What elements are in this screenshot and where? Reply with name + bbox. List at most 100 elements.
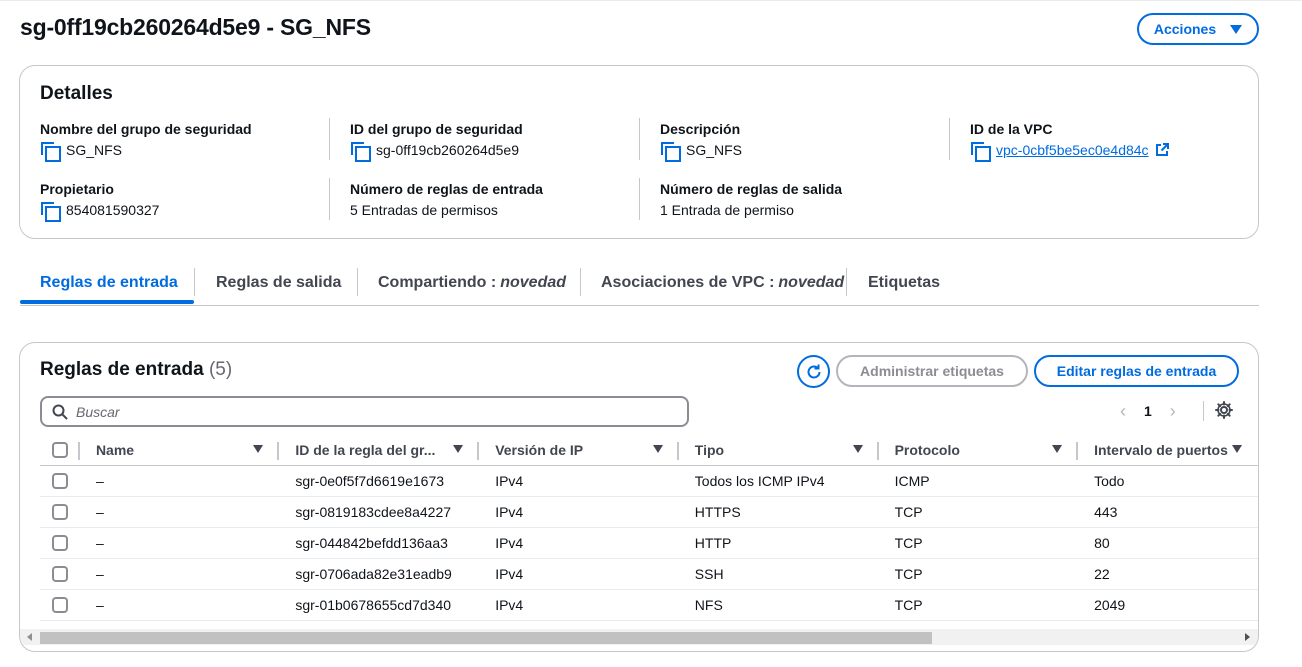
sort-icon[interactable] <box>453 445 464 453</box>
field-sg-id: ID del grupo de seguridad sg-0ff19cb2602… <box>350 120 640 162</box>
actions-button[interactable]: Acciones <box>1137 13 1259 45</box>
pagination: ‹ 1 › <box>1120 399 1176 423</box>
tab-badge: novedad <box>778 274 845 291</box>
field-value: SG_NFS <box>66 142 123 158</box>
select-all-checkbox[interactable] <box>52 442 68 459</box>
cell-rule-id: sgr-0819183cdee8a4227 <box>279 496 480 528</box>
copy-icon[interactable] <box>40 201 61 222</box>
rules-table: Name ID de la regla del gr... Versión de… <box>40 435 1258 621</box>
cell-port-range: Todo <box>1078 465 1258 497</box>
table-row[interactable]: – sgr-0706ada82e31eadb9 IPv4 SSH TCP 22 <box>40 558 1258 590</box>
tab-outbound-rules[interactable]: Reglas de salida <box>216 262 341 304</box>
rules-title-text: Reglas de entrada <box>40 359 204 380</box>
table-row[interactable]: – sgr-01b0678655cd7d340 IPv4 NFS TCP 204… <box>40 589 1258 621</box>
row-checkbox[interactable] <box>52 566 68 583</box>
manage-tags-button[interactable]: Administrar etiquetas <box>836 355 1028 387</box>
horizontal-scrollbar[interactable] <box>20 629 1258 645</box>
tab-badge: novedad <box>500 274 567 291</box>
sort-icon[interactable] <box>852 445 863 453</box>
cell-ip-version: IPv4 <box>479 465 679 497</box>
refresh-icon <box>807 364 820 378</box>
row-select-cell <box>40 589 80 621</box>
sort-icon[interactable] <box>1232 445 1242 453</box>
cell-ip-version: IPv4 <box>479 527 679 559</box>
chevron-left-icon[interactable]: ‹ <box>1120 401 1126 422</box>
row-checkbox[interactable] <box>52 504 68 521</box>
column-header-port-range[interactable]: Intervalo de puertos <box>1078 435 1258 466</box>
column-label: Tipo <box>694 441 725 458</box>
table-row[interactable]: – sgr-0819183cdee8a4227 IPv4 HTTPS TCP 4… <box>40 496 1258 528</box>
field-value: 854081590327 <box>66 202 160 218</box>
cell-name: – <box>79 496 280 528</box>
scrollbar-thumb[interactable] <box>40 632 932 644</box>
sort-icon[interactable] <box>1052 445 1063 453</box>
column-label: Protocolo <box>894 441 960 458</box>
column-header-type[interactable]: Tipo <box>678 435 879 466</box>
copy-icon[interactable] <box>350 141 371 162</box>
cell-port-range: 2049 <box>1078 589 1258 621</box>
field-value: 1 Entrada de permiso <box>660 202 794 218</box>
copy-icon[interactable] <box>660 141 681 162</box>
column-label: Name <box>95 441 135 458</box>
column-header-name[interactable]: Name <box>79 435 280 466</box>
edit-inbound-rules-button[interactable]: Editar reglas de entrada <box>1034 355 1239 387</box>
rules-count: (5) <box>208 359 233 380</box>
divider <box>639 178 640 220</box>
row-checkbox[interactable] <box>52 535 68 552</box>
tab-inbound-rules[interactable]: Reglas de entrada <box>40 262 178 304</box>
sort-icon[interactable] <box>652 445 663 453</box>
divider <box>329 118 330 160</box>
search-box[interactable] <box>40 396 689 427</box>
inbound-rules-panel: Reglas de entrada (5) Administrar etique… <box>19 342 1259 652</box>
cell-rule-id: sgr-0706ada82e31eadb9 <box>279 558 480 590</box>
cell-name: – <box>79 527 280 559</box>
cell-rule-id: sgr-0e0f5f7d6619e1673 <box>279 465 480 497</box>
active-tab-indicator <box>20 300 194 304</box>
chevron-right-icon[interactable]: › <box>1170 401 1176 422</box>
field-value: sg-0ff19cb260264d5e9 <box>376 142 519 158</box>
search-input[interactable] <box>76 403 666 420</box>
column-header-rule-id[interactable]: ID de la regla del gr... <box>279 435 480 466</box>
field-label: Número de reglas de entrada <box>350 181 543 197</box>
cell-type: NFS <box>678 589 879 621</box>
current-page[interactable]: 1 <box>1144 403 1152 419</box>
cell-rule-id: sgr-044842befdd136aa3 <box>279 527 480 559</box>
cell-port-range: 80 <box>1078 527 1258 559</box>
table-row[interactable]: – sgr-0e0f5f7d6619e1673 IPv4 Todos los I… <box>40 465 1258 497</box>
cell-protocol: TCP <box>878 496 1079 528</box>
cell-protocol: TCP <box>878 527 1079 559</box>
column-header-protocol[interactable]: Protocolo <box>878 435 1079 466</box>
column-label: Intervalo de puertos <box>1094 441 1228 458</box>
tab-sharing[interactable]: Compartiendo : novedad <box>378 262 566 304</box>
top-divider <box>0 0 1302 1</box>
sort-icon[interactable] <box>253 445 264 453</box>
scroll-right-arrow-icon[interactable] <box>1245 633 1250 641</box>
caret-down-icon <box>1230 24 1243 34</box>
row-checkbox[interactable] <box>52 473 68 490</box>
cell-type: HTTPS <box>678 496 879 528</box>
copy-icon[interactable] <box>970 141 991 162</box>
details-panel: Detalles Nombre del grupo de seguridad S… <box>19 65 1259 239</box>
cell-ip-version: IPv4 <box>479 496 679 528</box>
cell-port-range: 22 <box>1078 558 1258 590</box>
copy-icon[interactable] <box>40 141 61 162</box>
tab-tags[interactable]: Etiquetas <box>868 262 940 304</box>
scroll-left-arrow-icon[interactable] <box>27 633 32 641</box>
field-label: ID del grupo de seguridad <box>350 121 523 137</box>
divider <box>639 118 640 160</box>
field-vpc-id: ID de la VPC vpc-0cbf5be5ec0e4d84c <box>970 120 1260 162</box>
rules-title: Reglas de entrada (5) <box>40 359 232 381</box>
column-header-ip-version[interactable]: Versión de IP <box>479 435 679 466</box>
refresh-button[interactable] <box>797 355 830 388</box>
divider <box>1203 401 1204 421</box>
gear-icon[interactable] <box>1214 400 1234 420</box>
tab-vpc-associations[interactable]: Asociaciones de VPC : novedad <box>601 262 844 304</box>
column-label: ID de la regla del gr... <box>295 441 436 458</box>
table-row[interactable]: – sgr-044842befdd136aa3 IPv4 HTTP TCP 80 <box>40 527 1258 559</box>
row-checkbox[interactable] <box>52 597 68 614</box>
tab-divider <box>357 268 358 296</box>
vpc-link[interactable]: vpc-0cbf5be5ec0e4d84c <box>996 141 1149 159</box>
external-link-icon[interactable] <box>1155 143 1169 157</box>
tab-label: Reglas de entrada <box>40 274 178 291</box>
field-value: 5 Entradas de permisos <box>350 202 498 218</box>
